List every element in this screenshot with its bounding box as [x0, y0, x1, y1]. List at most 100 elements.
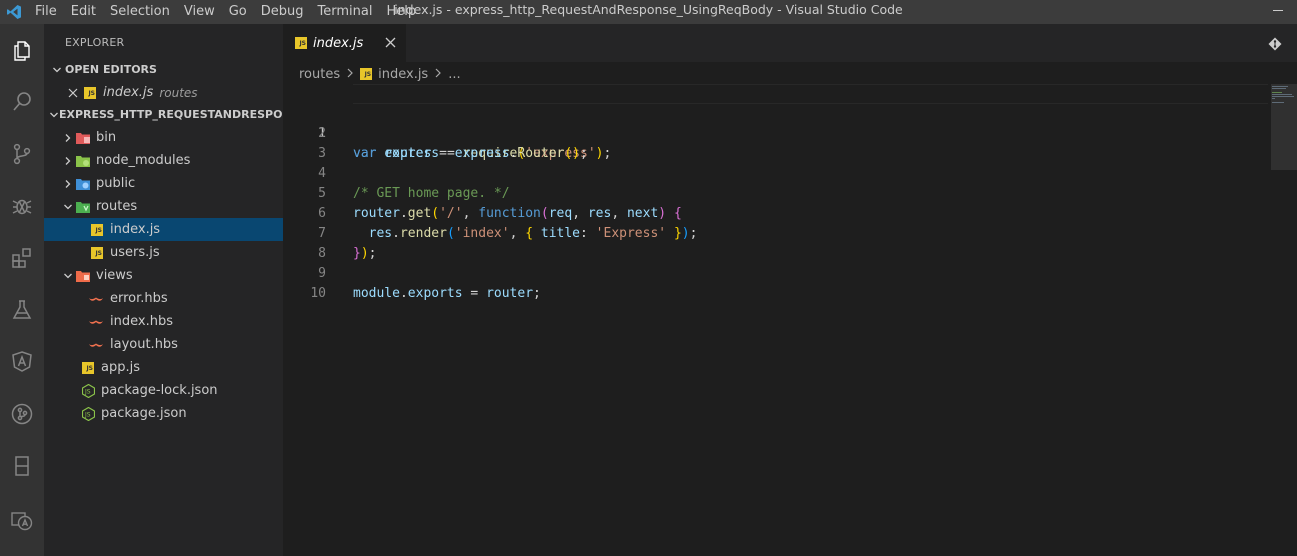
js-file-icon: JS: [83, 86, 97, 100]
menu-selection[interactable]: Selection: [103, 0, 177, 24]
js-file-icon: JS: [90, 246, 104, 260]
tree-item-label: node_modules: [96, 153, 191, 168]
panel-icon[interactable]: [0, 442, 44, 490]
vscode-logo-icon: [0, 0, 28, 24]
tree-item-public[interactable]: public: [44, 172, 283, 195]
tree-item-index-js[interactable]: JS index.js: [44, 218, 283, 241]
open-editor-desc: routes: [159, 85, 198, 100]
folder-routes-icon: [76, 200, 90, 214]
code-line: 6 res.render('index', { title: 'Express'…: [283, 184, 1268, 241]
tree-item-package-json[interactable]: JS package.json: [44, 402, 283, 425]
sidebar-title: EXPLORER: [65, 36, 125, 49]
debug-icon[interactable]: [0, 182, 44, 230]
source-control-icon[interactable]: [0, 130, 44, 178]
folder-header[interactable]: EXPRESS_HTTP_REQUESTANDRESPON...: [44, 104, 283, 126]
js-file-icon: JS: [295, 37, 307, 49]
menu-file[interactable]: File: [28, 0, 64, 24]
code-line: 2 var router = express.Router();: [283, 104, 1268, 161]
handlebars-icon: [88, 292, 104, 306]
tree-item-index-hbs[interactable]: index.hbs: [44, 310, 283, 333]
chevron-down-icon: [49, 104, 59, 126]
minimize-icon[interactable]: [1273, 10, 1283, 11]
tree-item-label: public: [96, 176, 136, 191]
explorer-icon[interactable]: [0, 26, 44, 74]
open-editor-name: index.js: [103, 85, 154, 100]
menu-view[interactable]: View: [177, 0, 222, 24]
code-line: 1 var express = require('express');: [283, 84, 1268, 161]
folder-views-icon: [76, 269, 90, 283]
open-editors-header[interactable]: OPEN EDITORS: [44, 59, 283, 81]
tree-item-label: routes: [96, 199, 138, 214]
breadcrumb-symbol[interactable]: ...: [448, 67, 460, 82]
folder-bin-icon: [76, 131, 90, 145]
tab-index-js[interactable]: JS index.js: [283, 24, 406, 62]
line-content: module.exports = router;: [353, 286, 541, 301]
breadcrumb-folder[interactable]: routes: [299, 67, 340, 82]
code-line: 3: [283, 124, 1268, 161]
tree-item-package-lock-json[interactable]: JS package-lock.json: [44, 379, 283, 402]
minimap-line: [1272, 94, 1292, 95]
tree-item-node-modules[interactable]: node_modules: [44, 149, 283, 172]
flask-icon[interactable]: [0, 286, 44, 334]
handlebars-icon: [88, 315, 104, 329]
breadcrumb: routes JS index.js ...: [283, 62, 1297, 86]
folder-node-icon: [76, 154, 90, 168]
tab-label: index.js: [313, 35, 364, 51]
search-icon[interactable]: [0, 78, 44, 126]
code-line: 5 router.get('/', function(req, res, nex…: [283, 164, 1268, 221]
minimap-line: [1272, 96, 1294, 97]
svg-text:JS: JS: [84, 411, 91, 418]
code-line: 9 module.exports = router;: [283, 244, 1268, 301]
menu-terminal[interactable]: Terminal: [311, 0, 380, 24]
minimap[interactable]: [1268, 84, 1297, 556]
handlebars-icon: [88, 338, 104, 352]
minimap-line: [1272, 102, 1284, 103]
minimap-line: [1272, 92, 1282, 93]
nodejs-icon: JS: [81, 383, 95, 398]
breadcrumb-file[interactable]: index.js: [378, 67, 428, 82]
activity-bar: [0, 24, 44, 556]
tree-item-views[interactable]: views: [44, 264, 283, 287]
tree-item-error-hbs[interactable]: error.hbs: [44, 287, 283, 310]
chevron-right-icon: [346, 68, 354, 81]
code-editor[interactable]: 1 var express = require('express'); 2 va…: [283, 84, 1268, 556]
menu-debug[interactable]: Debug: [254, 0, 311, 24]
chevron-down-icon: [49, 59, 65, 81]
tree-item-label: index.hbs: [110, 314, 173, 329]
chevron-right-icon: [60, 150, 76, 172]
folder-label: EXPRESS_HTTP_REQUESTANDRESPON...: [59, 108, 283, 121]
tree-item-users-js[interactable]: JS users.js: [44, 241, 283, 264]
explorer-sidebar: EXPLORER OPEN EDITORS JS index.js routes…: [44, 24, 283, 556]
translate-icon[interactable]: [0, 496, 44, 544]
tree-item-label: layout.hbs: [110, 337, 178, 352]
tree-item-bin[interactable]: bin: [44, 126, 283, 149]
tree-item-routes[interactable]: routes: [44, 195, 283, 218]
tree-item-layout-hbs[interactable]: layout.hbs: [44, 333, 283, 356]
close-icon[interactable]: [65, 88, 81, 98]
tree-item-label: package.json: [101, 406, 187, 421]
tree-item-label: package-lock.json: [101, 383, 218, 398]
line-number: 10: [310, 286, 326, 301]
git-compare-icon[interactable]: [1267, 36, 1283, 52]
folder-public-icon: [76, 177, 90, 191]
tree-item-label: bin: [96, 130, 117, 145]
js-file-icon: JS: [360, 68, 373, 80]
js-file-icon: JS: [90, 223, 104, 237]
tree-item-label: views: [96, 268, 133, 283]
extensions-icon[interactable]: [0, 234, 44, 282]
chevron-right-icon: [434, 68, 442, 81]
menu-help[interactable]: Help: [379, 0, 423, 24]
nodejs-icon: JS: [81, 406, 95, 421]
tree-item-app-js[interactable]: JS app.js: [44, 356, 283, 379]
chevron-right-icon: [60, 173, 76, 195]
current-line-highlight: [353, 84, 1268, 104]
open-editors-label: OPEN EDITORS: [65, 63, 157, 76]
close-icon[interactable]: [382, 34, 398, 50]
tree-item-label: index.js: [110, 222, 161, 237]
angular-icon[interactable]: [0, 338, 44, 386]
svg-text:JS: JS: [84, 388, 91, 395]
menu-go[interactable]: Go: [222, 0, 254, 24]
menu-edit[interactable]: Edit: [64, 0, 103, 24]
open-editor-item[interactable]: JS index.js routes: [44, 81, 283, 104]
git-graph-icon[interactable]: [0, 390, 44, 438]
